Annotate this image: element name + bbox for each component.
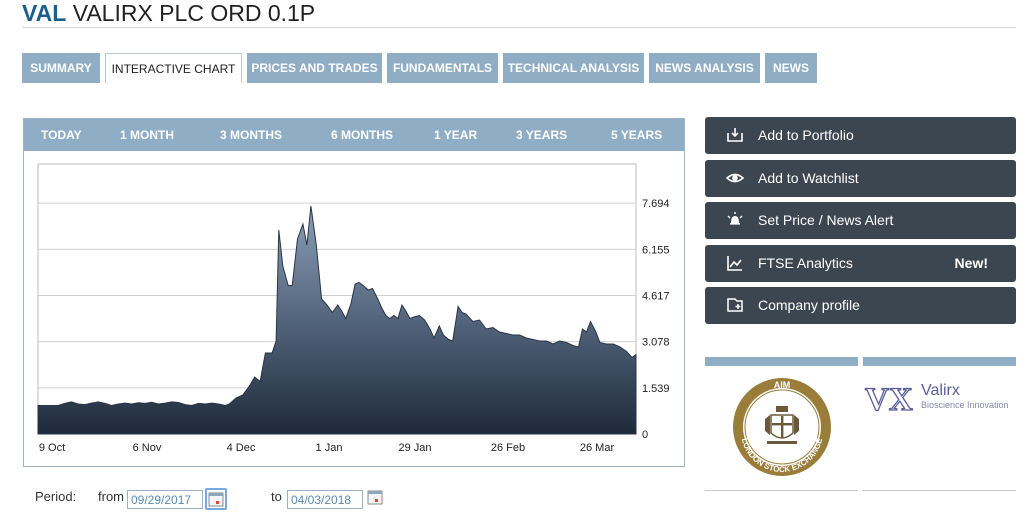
add-to-portfolio-button[interactable]: Add to Portfolio — [705, 117, 1016, 154]
valirx-name: Valirx — [921, 382, 960, 399]
y-tick-label: 7.694 — [642, 198, 670, 210]
valirx-logo-box: VX Valirx Bioscience Innovation — [863, 357, 1016, 492]
tab-fundamentals[interactable]: FUNDAMENTALS — [387, 53, 498, 83]
ticker-symbol: VAL — [22, 0, 67, 26]
x-tick-label: 29 Jan — [398, 442, 431, 454]
range-3-years[interactable]: 3 YEARS — [516, 119, 567, 151]
y-tick-label: 0 — [642, 429, 648, 441]
range-1-year[interactable]: 1 YEAR — [434, 119, 477, 151]
y-tick-label: 4.617 — [642, 290, 670, 302]
tab-prices-and-trades[interactable]: PRICES AND TRADES — [247, 53, 382, 83]
aim-lse-logo: AIM LONDON STOCK EXCHANGE — [733, 378, 831, 476]
add-to-portfolio-icon — [727, 128, 743, 142]
from-calendar-button[interactable] — [205, 488, 227, 510]
tab-interactive-chart[interactable]: INTERACTIVE CHART — [105, 53, 242, 83]
x-tick-label: 26 Mar — [580, 442, 615, 454]
from-label: from — [98, 489, 124, 504]
add-to-watchlist-button[interactable]: Add to Watchlist — [705, 160, 1016, 197]
set-alert-label: Set Price / News Alert — [758, 212, 894, 228]
aim-text: AIM — [774, 380, 791, 390]
tab-news[interactable]: NEWS — [765, 53, 817, 83]
range-6-months[interactable]: 6 MONTHS — [331, 119, 393, 151]
from-date-input[interactable] — [127, 490, 203, 509]
valirx-mark: VX — [865, 382, 913, 417]
company-name: VALIRX PLC ORD 0.1P — [72, 0, 316, 26]
x-tick-label: 9 Oct — [39, 442, 65, 454]
range-3-months[interactable]: 3 MONTHS — [220, 119, 282, 151]
alert-bell-icon — [727, 212, 743, 225]
range-selector: TODAY 1 MONTH 3 MONTHS 6 MONTHS 1 YEAR 3… — [24, 119, 684, 151]
to-calendar-button[interactable] — [366, 488, 388, 510]
page-title: VAL VALIRX PLC ORD 0.1P — [22, 0, 315, 27]
analytics-chart-icon — [727, 256, 742, 271]
aim-logo-box: AIM LONDON STOCK EXCHANGE — [705, 357, 858, 492]
range-today[interactable]: TODAY — [41, 119, 82, 151]
x-tick-label: 6 Nov — [133, 442, 162, 454]
range-5-years[interactable]: 5 YEARS — [611, 119, 662, 151]
title-divider — [22, 27, 1016, 28]
interactive-chart-panel: TODAY 1 MONTH 3 MONTHS 6 MONTHS 1 YEAR 3… — [23, 118, 685, 467]
new-badge: New! — [954, 255, 988, 271]
valirx-tagline: Bioscience Innovation — [921, 400, 1009, 410]
to-label: to — [271, 489, 282, 504]
add-to-watchlist-label: Add to Watchlist — [758, 170, 859, 186]
y-tick-label: 1.539 — [642, 383, 670, 395]
valirx-logo: VX Valirx Bioscience Innovation — [864, 381, 1009, 417]
x-tick-label: 1 Jan — [316, 442, 343, 454]
company-profile-label: Company profile — [758, 297, 860, 313]
calendar-icon — [367, 490, 383, 505]
y-tick-label: 3.078 — [642, 337, 670, 349]
add-to-portfolio-label: Add to Portfolio — [758, 127, 854, 143]
tab-technical-analysis[interactable]: TECHNICAL ANALYSIS — [503, 53, 644, 83]
company-profile-button[interactable]: Company profile — [705, 287, 1016, 324]
period-label: Period: — [35, 489, 77, 504]
tab-news-analysis[interactable]: NEWS ANALYSIS — [649, 53, 760, 83]
to-date-input[interactable] — [287, 490, 363, 509]
tab-summary[interactable]: SUMMARY — [22, 53, 100, 83]
ftse-analytics-label: FTSE Analytics — [758, 255, 853, 271]
ftse-analytics-button[interactable]: FTSE Analytics New! — [705, 245, 1016, 282]
eye-icon — [725, 173, 745, 183]
range-1-month[interactable]: 1 MONTH — [120, 119, 174, 151]
calendar-icon — [208, 492, 224, 507]
x-tick-label: 4 Dec — [227, 442, 256, 454]
y-tick-label: 6.155 — [642, 244, 670, 256]
price-chart[interactable]: 0 1.539 3.078 4.617 6.155 7.694 9 Oct 6 Nov 4 D… — [24, 151, 684, 466]
company-profile-icon — [727, 298, 743, 312]
x-tick-label: 26 Feb — [491, 442, 525, 454]
set-alert-button[interactable]: Set Price / News Alert — [705, 202, 1016, 239]
